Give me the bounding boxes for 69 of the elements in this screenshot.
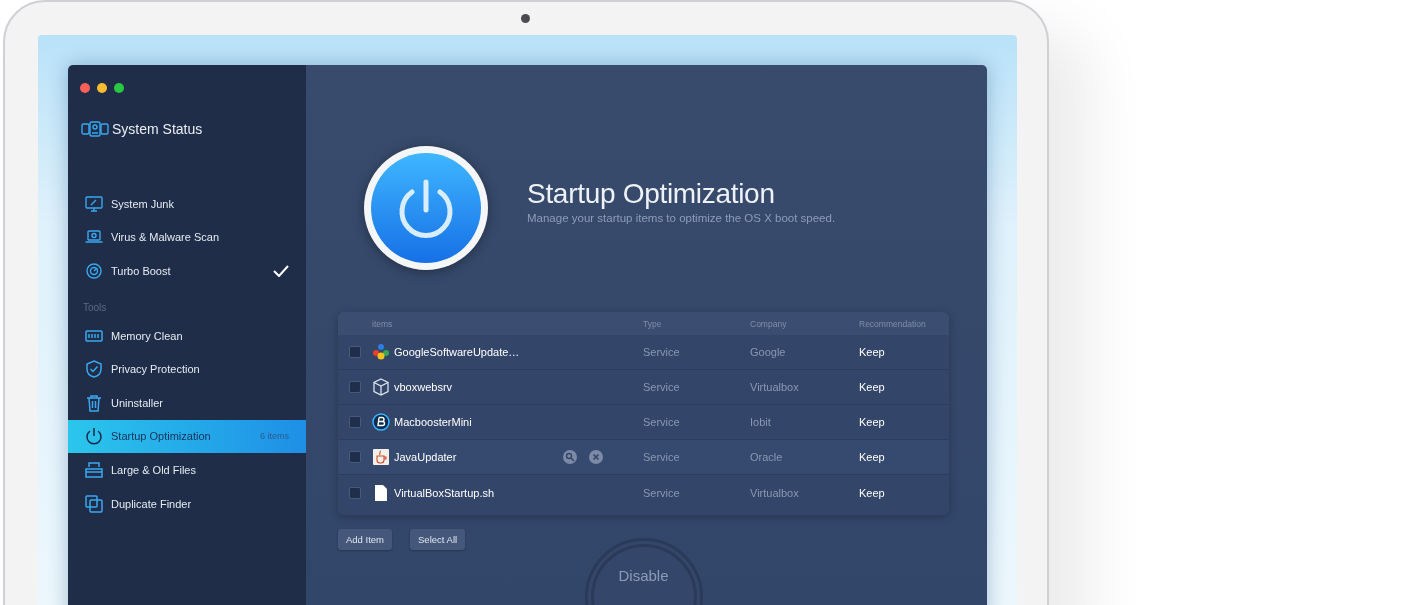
item-name: MacboosterMini xyxy=(394,416,472,428)
sidebar-item[interactable]: Privacy Protection xyxy=(68,352,306,386)
camera-dot xyxy=(521,14,530,23)
table-cell-text: Oracle xyxy=(750,451,784,463)
page-subtitle: Manage your startup items to optimize the OS X boot speed. xyxy=(527,212,836,224)
table-cell-text: Keep xyxy=(859,416,886,428)
sidebar-item[interactable]: Large & Old Files xyxy=(68,453,306,487)
checkbox[interactable] xyxy=(349,346,361,358)
minimize-dot[interactable] xyxy=(97,83,107,93)
table-cell-text: Service xyxy=(643,346,681,358)
column-header: Type xyxy=(643,318,663,329)
close-dot[interactable] xyxy=(80,83,90,93)
search-icon[interactable] xyxy=(563,450,577,464)
power-icon xyxy=(85,427,103,446)
table-cell-text: Keep xyxy=(859,451,886,463)
table-cell-text: Virtualbox xyxy=(750,381,800,393)
sidebar-item[interactable]: System Junk xyxy=(68,187,306,221)
window-title: System Status xyxy=(112,121,203,137)
column-header: Company xyxy=(750,318,788,329)
column-header: items xyxy=(372,318,394,329)
sidebar-item[interactable]: Memory Clean xyxy=(68,318,306,353)
monitors-icon xyxy=(81,121,109,137)
table-cell-text: Service xyxy=(643,416,681,428)
table-cell-text: Service xyxy=(643,381,681,393)
laptop-icon xyxy=(85,229,103,246)
item-name: JavaUpdater xyxy=(394,451,457,463)
action-button[interactable]: Add Item xyxy=(338,529,393,550)
table-cell-text: Keep xyxy=(859,346,886,358)
gauge-icon xyxy=(85,263,103,279)
table-cell-text: Iobit xyxy=(750,416,772,428)
printer-icon xyxy=(85,460,103,479)
sidebar-item[interactable]: Turbo Boost xyxy=(68,254,306,288)
table-row[interactable]: JavaUpdater Service Oracle Keep xyxy=(338,440,949,475)
folders-icon xyxy=(85,494,103,513)
column-header: Recommendation xyxy=(859,318,927,329)
item-name: GoogleSoftwareUpdate… xyxy=(394,346,520,358)
table-row[interactable]: vboxwebsrv Service Virtualbox Keep xyxy=(338,370,949,405)
table-cell-text: Keep xyxy=(859,381,886,393)
table-row[interactable]: VirtualBoxStartup.sh Service Virtualbox Keep xyxy=(338,475,949,510)
colored-balls-icon xyxy=(372,343,390,361)
remove-icon[interactable] xyxy=(589,450,603,464)
item-name: vboxwebsrv xyxy=(394,381,453,393)
letter-b-icon xyxy=(372,413,390,431)
trash-icon xyxy=(85,393,103,412)
checkbox[interactable] xyxy=(349,486,361,499)
sidebar-item[interactable]: Virus & Malware Scan xyxy=(68,220,306,255)
monitor-icon xyxy=(85,195,103,212)
table-cell-text: Virtualbox xyxy=(750,486,800,499)
table-cell-text: Google xyxy=(750,346,787,358)
action-button[interactable]: Select All xyxy=(410,529,466,550)
table-cell-text: Service xyxy=(643,486,681,499)
item-count: 6 items xyxy=(260,431,289,442)
document-icon xyxy=(372,483,390,502)
sidebar-item[interactable]: Duplicate Finder xyxy=(68,486,306,521)
shield-check-icon xyxy=(85,360,103,379)
sidebar-item[interactable]: Startup Optimization 6 items xyxy=(68,419,306,454)
checkbox[interactable] xyxy=(349,381,361,393)
checkbox[interactable] xyxy=(349,416,361,428)
power-icon xyxy=(362,144,490,272)
table-cell-text: Service xyxy=(643,451,681,463)
page-title: Startup Optimization xyxy=(527,178,776,210)
coffee-cup-icon xyxy=(372,448,390,466)
sidebar-item[interactable]: Uninstaller xyxy=(68,385,306,420)
zoom-dot[interactable] xyxy=(114,83,124,93)
cube-icon xyxy=(372,378,390,396)
table-cell-text: Keep xyxy=(859,486,886,499)
item-name: VirtualBoxStartup.sh xyxy=(394,486,495,499)
table-row[interactable]: GoogleSoftwareUpdate… Service Google Keep xyxy=(338,335,949,370)
checkbox[interactable] xyxy=(349,451,361,463)
